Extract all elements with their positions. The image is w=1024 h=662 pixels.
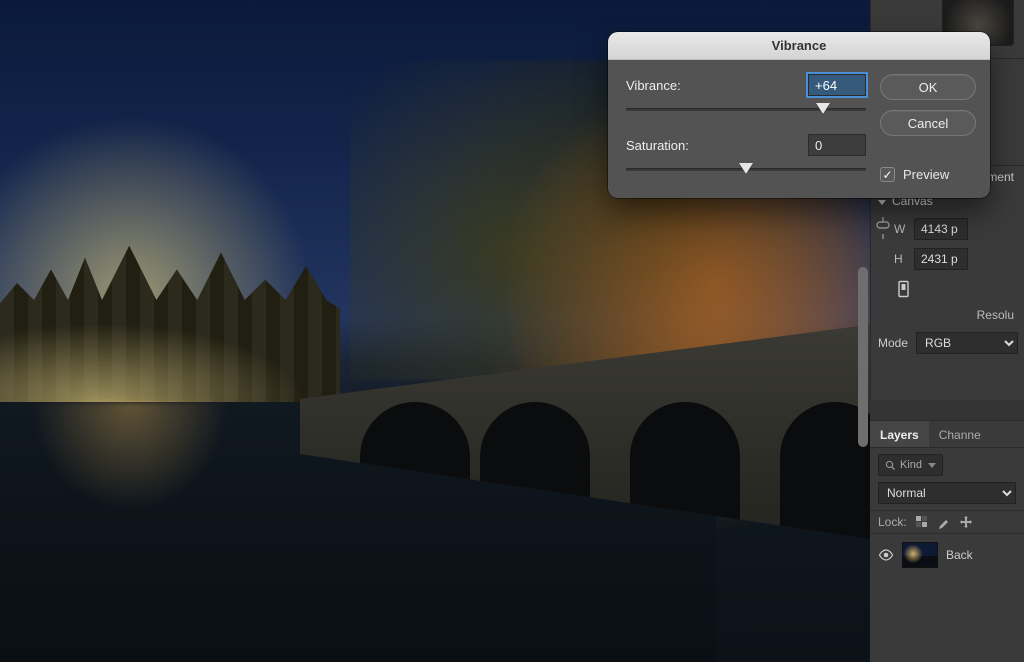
search-icon (885, 460, 896, 471)
mode-label: Mode (878, 336, 908, 350)
chevron-down-icon (928, 463, 936, 468)
height-label: H (894, 252, 908, 266)
photo-castle (0, 232, 340, 402)
resolution-label: Resolu (870, 302, 1024, 326)
transparency-lock-icon[interactable] (915, 515, 929, 529)
dialog-title: Vibrance (608, 32, 990, 60)
link-constrain-icon[interactable] (876, 214, 890, 242)
chevron-down-icon (878, 200, 886, 205)
photo-reflection (30, 402, 230, 512)
ok-button[interactable]: OK (880, 74, 976, 100)
layer-name[interactable]: Back (946, 548, 973, 562)
layer-filter-kind[interactable]: Kind (878, 454, 943, 476)
canvas-scroll-thumb[interactable] (858, 267, 868, 447)
brush-lock-icon[interactable] (937, 515, 951, 529)
canvas-height-input[interactable] (914, 248, 968, 270)
lock-label: Lock: (878, 515, 907, 529)
vibrance-slider[interactable] (626, 102, 866, 120)
blend-mode-select[interactable]: Normal (878, 482, 1016, 504)
saturation-label: Saturation: (626, 138, 798, 153)
layers-panel-tabs: Layers Channe (870, 420, 1024, 448)
cancel-button[interactable]: Cancel (880, 110, 976, 136)
vibrance-label: Vibrance: (626, 78, 798, 93)
vibrance-slider-thumb[interactable] (816, 103, 830, 114)
saturation-slider-thumb[interactable] (739, 163, 753, 174)
color-mode-select[interactable]: RGB (916, 332, 1018, 354)
vibrance-dialog: Vibrance Vibrance: Saturation: (608, 32, 990, 198)
layer-filter-kind-label: Kind (900, 459, 922, 471)
canvas-width-input[interactable] (914, 218, 968, 240)
layer-thumbnail[interactable] (902, 542, 938, 568)
width-label: W (894, 222, 908, 236)
layer-row-background[interactable]: Back (870, 534, 1024, 576)
visibility-icon[interactable] (878, 547, 894, 563)
tab-layers[interactable]: Layers (870, 421, 929, 447)
saturation-input[interactable] (808, 134, 866, 156)
preview-checkbox[interactable] (880, 167, 895, 182)
position-lock-icon[interactable] (959, 515, 973, 529)
saturation-slider[interactable] (626, 162, 866, 180)
portrait-orientation-icon[interactable] (896, 280, 914, 298)
layer-lock-row: Lock: (870, 510, 1024, 534)
tab-channels[interactable]: Channe (929, 421, 991, 447)
vibrance-input[interactable] (808, 74, 866, 96)
preview-label: Preview (903, 167, 949, 182)
